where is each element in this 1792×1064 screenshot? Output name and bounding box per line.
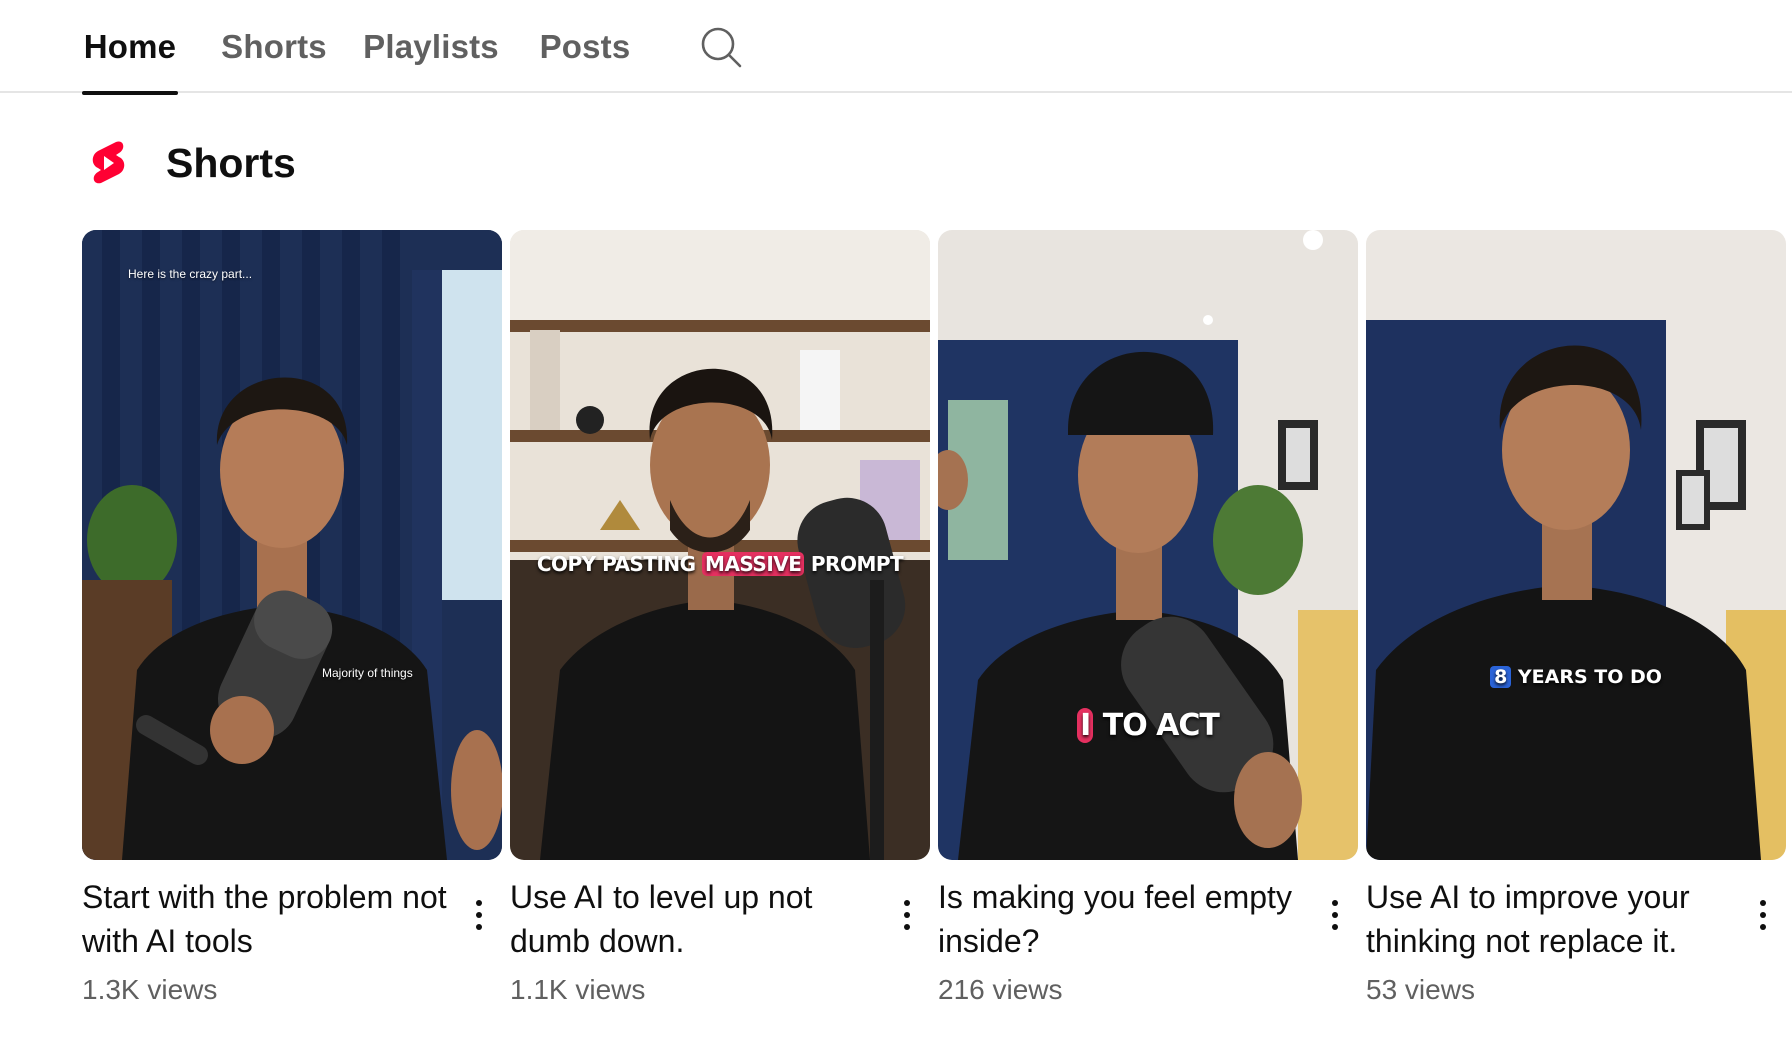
short-title[interactable]: Use AI to improve your thinking not repl… bbox=[1366, 875, 1736, 963]
short-title[interactable]: Use AI to level up not dumb down. bbox=[510, 875, 880, 963]
short-title[interactable]: Start with the problem not with AI tools bbox=[82, 875, 452, 963]
thumbnail-scene-person-with-microphone bbox=[1366, 230, 1786, 860]
short-thumbnail[interactable]: I TO ACT bbox=[938, 230, 1358, 860]
tab-shorts[interactable]: Shorts bbox=[221, 0, 327, 93]
thumbnail-caption-top: Here is the crazy part... bbox=[128, 267, 253, 281]
short-thumbnail[interactable]: Here is the crazy part... Majority of th… bbox=[82, 230, 502, 860]
short-view-count: 1.1K views bbox=[510, 974, 646, 1005]
short-thumbnail[interactable]: COPY PASTING MASSIVE PROMPT bbox=[510, 230, 930, 860]
shorts-section-header: Shorts bbox=[88, 138, 296, 188]
short-thumbnail[interactable]: 8 YEARS TO DO bbox=[1366, 230, 1786, 860]
short-card[interactable]: COPY PASTING MASSIVE PROMPT Use AI to le… bbox=[510, 230, 930, 1030]
short-card[interactable]: Here is the crazy part... Majority of th… bbox=[82, 230, 502, 1030]
short-view-count: 53 views bbox=[1366, 974, 1475, 1005]
more-options-icon[interactable] bbox=[462, 890, 496, 940]
short-view-count: 216 views bbox=[938, 974, 1063, 1005]
more-options-icon[interactable] bbox=[1318, 890, 1352, 940]
thumbnail-caption: COPY PASTING MASSIVE PROMPT bbox=[536, 552, 904, 576]
search-icon[interactable] bbox=[698, 24, 744, 70]
tab-home[interactable]: Home bbox=[82, 0, 178, 95]
short-title[interactable]: Is making you feel empty inside? bbox=[938, 875, 1308, 963]
tab-playlists[interactable]: Playlists bbox=[363, 0, 499, 93]
short-view-count: 1.3K views bbox=[82, 974, 218, 1005]
more-options-icon[interactable] bbox=[1746, 890, 1780, 940]
more-options-icon[interactable] bbox=[890, 890, 924, 940]
channel-tab-bar: Home Shorts Playlists Posts bbox=[0, 0, 1792, 95]
thumbnail-scene-person-with-microphone bbox=[510, 230, 930, 860]
youtube-shorts-icon bbox=[92, 141, 125, 184]
tab-posts[interactable]: Posts bbox=[540, 0, 631, 93]
thumbnail-caption: I TO ACT bbox=[938, 708, 1358, 743]
section-title: Shorts bbox=[166, 139, 296, 186]
thumbnail-scene-person-with-microphone bbox=[82, 230, 502, 860]
short-card[interactable]: I TO ACT Is making you feel empty inside… bbox=[938, 230, 1358, 1030]
thumbnail-caption-bottom: Majority of things bbox=[322, 666, 413, 680]
short-card[interactable]: 8 YEARS TO DO Use AI to improve your thi… bbox=[1366, 230, 1786, 1030]
thumbnail-caption: 8 YEARS TO DO bbox=[1366, 666, 1786, 688]
thumbnail-scene-person-with-microphone bbox=[938, 230, 1358, 860]
